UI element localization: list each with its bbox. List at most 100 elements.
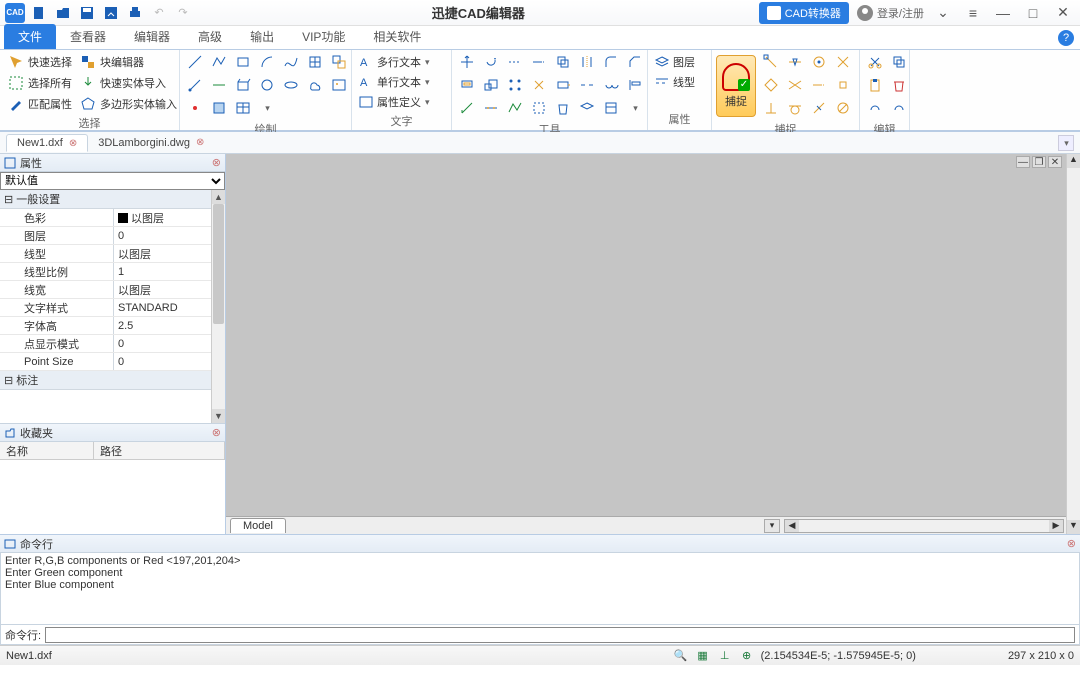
draw-arc-icon[interactable]	[256, 52, 278, 72]
minimize-icon[interactable]: —	[992, 2, 1014, 24]
status-ortho-icon[interactable]: ⊕	[739, 648, 755, 664]
prop-val[interactable]: 0	[114, 335, 211, 352]
edit-paste-icon[interactable]	[864, 75, 886, 95]
draw-point-icon[interactable]	[184, 98, 206, 118]
doctab-1[interactable]: New1.dxf ⊗	[6, 134, 88, 152]
draw-table-icon[interactable]	[232, 98, 254, 118]
draw-block-icon[interactable]	[208, 98, 230, 118]
doctab-dropdown-icon[interactable]: ▾	[1058, 135, 1074, 151]
text-button[interactable]: A单行文本▾	[356, 72, 447, 92]
snap-none-icon[interactable]	[832, 98, 854, 118]
qat-saveas-icon[interactable]	[100, 2, 122, 24]
doctab-2[interactable]: 3DLamborgini.dwg ⊗	[88, 135, 214, 151]
tool-copy-icon[interactable]	[552, 52, 574, 72]
edit-redo2-icon[interactable]	[888, 98, 910, 118]
edit-cut-icon[interactable]	[864, 52, 886, 72]
draw-rect-icon[interactable]	[232, 52, 254, 72]
fav-col-path[interactable]: 路径	[94, 442, 225, 459]
tool-rotate-icon[interactable]	[480, 52, 502, 72]
draw-line-icon[interactable]	[184, 52, 206, 72]
draw-circle-icon[interactable]	[256, 75, 278, 95]
prop-row[interactable]: 线型比例 1	[0, 263, 211, 281]
app-logo[interactable]: CAD	[4, 2, 26, 24]
tool-chamfer-icon[interactable]	[624, 52, 646, 72]
canvas-max-icon[interactable]: ❐	[1032, 156, 1046, 168]
close-icon[interactable]: ✕	[1052, 2, 1074, 24]
snap-end-icon[interactable]	[760, 52, 782, 72]
qat-print-icon[interactable]	[124, 2, 146, 24]
drawing-canvas[interactable]	[226, 154, 1066, 516]
attrdef-button[interactable]: 属性定义▾	[356, 92, 447, 112]
tool-divide-icon[interactable]	[480, 98, 502, 118]
properties-scrollbar[interactable]: ▲ ▼	[211, 190, 225, 423]
scroll-down-icon[interactable]: ▼	[212, 409, 225, 423]
snap-ext-icon[interactable]	[808, 75, 830, 95]
prop-val[interactable]: 以图层	[114, 281, 211, 298]
prop-val[interactable]: 1	[114, 263, 211, 280]
tool-scale-icon[interactable]	[480, 75, 502, 95]
draw-polyline-icon[interactable]	[208, 52, 230, 72]
tool-boundary-icon[interactable]	[528, 98, 550, 118]
dropdown-icon[interactable]: ⌄	[932, 2, 954, 24]
tool-layer-icon[interactable]	[576, 98, 598, 118]
snap-tan-icon[interactable]	[784, 98, 806, 118]
draw-ellipse-icon[interactable]	[280, 75, 302, 95]
draw-ray-icon[interactable]	[184, 75, 206, 95]
prop-row[interactable]: 点显示模式 0	[0, 335, 211, 353]
polygon-input-button[interactable]: 多边形实体输入	[78, 94, 179, 114]
tab-file[interactable]: 文件	[4, 24, 56, 49]
draw-cloud-icon[interactable]	[304, 75, 326, 95]
draw-spline-icon[interactable]	[280, 52, 302, 72]
fav-col-name[interactable]: 名称	[0, 442, 94, 459]
edit-copy-icon[interactable]	[888, 52, 910, 72]
doctab-1-close-icon[interactable]: ⊗	[69, 138, 77, 149]
draw-more-icon[interactable]: ▾	[256, 98, 278, 118]
prop-val[interactable]: 0	[114, 227, 211, 244]
draw-image-icon[interactable]	[328, 75, 350, 95]
tool-array-icon[interactable]	[504, 75, 526, 95]
mtext-button[interactable]: A多行文本▾	[356, 52, 447, 72]
layer-button[interactable]: 图层	[652, 52, 707, 72]
status-search-icon[interactable]: 🔍	[673, 648, 689, 664]
favorites-pin-icon[interactable]: ⊗	[212, 426, 221, 439]
draw-region-icon[interactable]	[328, 52, 350, 72]
tool-measure-icon[interactable]	[456, 98, 478, 118]
tab-viewer[interactable]: 查看器	[56, 24, 120, 49]
status-snap-icon[interactable]: ⊥	[717, 648, 733, 664]
cad-converter-button[interactable]: CAD转换器	[759, 2, 849, 24]
snap-int-icon[interactable]	[784, 75, 806, 95]
prop-val[interactable]: 以图层	[114, 209, 211, 226]
properties-pin-icon[interactable]: ⊗	[212, 156, 221, 169]
quick-select-button[interactable]: 快速选择	[6, 52, 74, 72]
snap-toggle-button[interactable]: 捕捉	[716, 55, 756, 117]
prop-section-general[interactable]: ⊟ 一般设置	[0, 190, 211, 209]
snap-perp-icon[interactable]	[760, 98, 782, 118]
layout-dropdown-icon[interactable]: ▾	[764, 519, 780, 533]
draw-xline-icon[interactable]	[208, 75, 230, 95]
tool-extend-icon[interactable]	[528, 52, 550, 72]
doctab-2-close-icon[interactable]: ⊗	[196, 137, 204, 148]
tab-advanced[interactable]: 高级	[184, 24, 236, 49]
edit-delete-icon[interactable]	[888, 75, 910, 95]
prop-row[interactable]: 文字样式 STANDARD	[0, 299, 211, 317]
quick-import-button[interactable]: 快速实体导入	[78, 73, 179, 93]
scroll-thumb[interactable]	[213, 204, 224, 324]
prop-row[interactable]: 图层 0	[0, 227, 211, 245]
maximize-icon[interactable]: □	[1022, 2, 1044, 24]
prop-val[interactable]: 2.5	[114, 317, 211, 334]
snap-ins-icon[interactable]	[832, 75, 854, 95]
prop-row[interactable]: 色彩 以图层	[0, 209, 211, 227]
canvas-vscrollbar[interactable]: ▲ ▼	[1066, 154, 1080, 534]
tool-purge-icon[interactable]	[552, 98, 574, 118]
tool-pedit-icon[interactable]	[504, 98, 526, 118]
help-icon[interactable]: ?	[1058, 30, 1074, 46]
tool-explode-icon[interactable]	[528, 75, 550, 95]
qat-open-icon[interactable]	[52, 2, 74, 24]
tool-join-icon[interactable]	[600, 75, 622, 95]
scroll-up-icon[interactable]: ▲	[212, 190, 225, 204]
status-grid-icon[interactable]: ▦	[695, 648, 711, 664]
tab-related[interactable]: 相关软件	[359, 24, 435, 49]
tool-move-icon[interactable]	[456, 52, 478, 72]
tool-more-icon[interactable]: ▾	[624, 98, 646, 118]
tool-props-icon[interactable]	[600, 98, 622, 118]
